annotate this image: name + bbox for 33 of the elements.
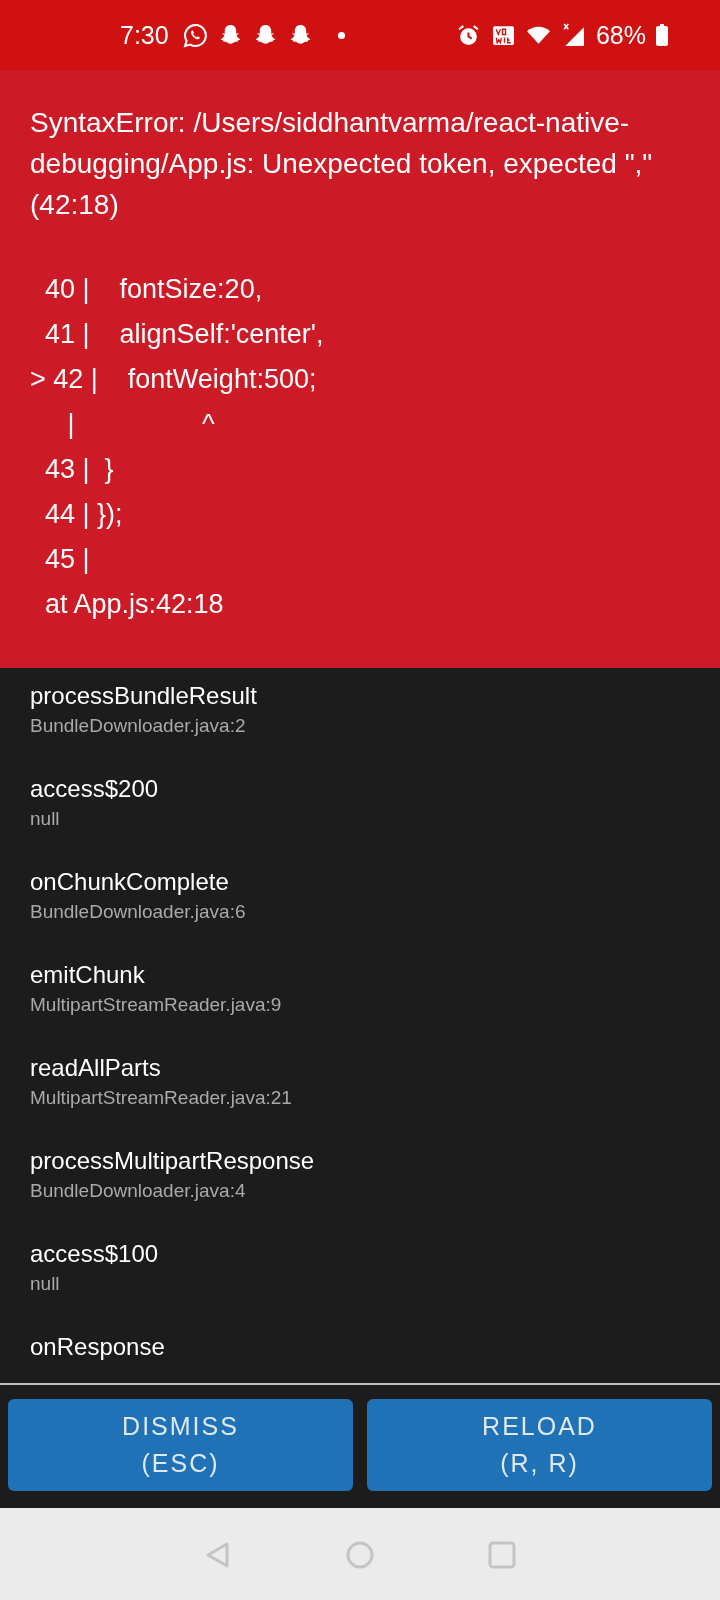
stack-method[interactable]: emitChunk bbox=[30, 957, 690, 990]
stack-method[interactable]: processMultipartResponse bbox=[30, 1143, 690, 1176]
code-line: 45 | bbox=[44, 543, 91, 576]
stack-location: BundleDownloader.java:4 bbox=[30, 1179, 247, 1203]
code-line: > 42 | fontWeight:500; bbox=[30, 363, 318, 396]
code-line: 41 | alignSelf:'center', bbox=[44, 318, 325, 351]
stack-method[interactable]: readAllParts bbox=[30, 1050, 690, 1083]
code-line: 43 | } bbox=[44, 453, 115, 486]
code-line: 44 | }); bbox=[44, 498, 124, 531]
status-time: 7:30 bbox=[120, 20, 169, 50]
stack-location: MultipartStreamReader.java:21 bbox=[30, 1086, 293, 1110]
action-button[interactable]: DISMISS (ESC) bbox=[8, 1399, 353, 1491]
stack-method[interactable]: access$200 bbox=[30, 771, 690, 804]
stack-location: BundleDownloader.java:2 bbox=[30, 714, 247, 738]
battery-icon bbox=[656, 24, 668, 46]
error-message: SyntaxError: /Users/siddhantvarma/react-native-debugging/App.js: Unexpected token, expected "," (42:18) bbox=[30, 106, 654, 222]
action-button[interactable]: RELOAD (R, R) bbox=[367, 1399, 712, 1491]
stack-method[interactable]: processBundleResult bbox=[30, 678, 690, 711]
stack-location: null bbox=[30, 807, 61, 831]
home-icon[interactable] bbox=[345, 1540, 375, 1570]
battery-percent: 68% bbox=[595, 20, 646, 50]
recents-icon[interactable] bbox=[487, 1540, 517, 1570]
stack-location: MultipartStreamReader.java:9 bbox=[30, 993, 283, 1017]
stack-method[interactable]: onChunkComplete bbox=[30, 864, 690, 897]
stack-location: null bbox=[30, 1272, 61, 1296]
dot-icon bbox=[336, 30, 346, 40]
chat-bubble-icon bbox=[182, 22, 208, 48]
stack-method[interactable]: onResponse bbox=[30, 1329, 690, 1362]
stack-location: BundleDownloader.java:6 bbox=[30, 900, 247, 924]
code-line: 40 | fontSize:20, bbox=[44, 273, 264, 306]
code-line: at App.js:42:18 bbox=[44, 588, 225, 621]
code-line: | ^ bbox=[66, 408, 216, 441]
stack-method[interactable]: access$100 bbox=[30, 1236, 690, 1269]
